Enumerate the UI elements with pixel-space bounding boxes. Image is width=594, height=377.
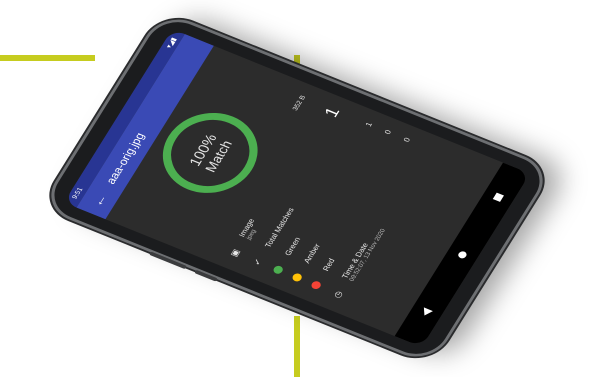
back-arrow-icon[interactable]: ← bbox=[89, 192, 110, 209]
red-label: Red bbox=[321, 257, 337, 273]
clock-icon: ◷ bbox=[331, 289, 345, 300]
nav-home-icon[interactable] bbox=[456, 250, 468, 260]
nav-back-icon[interactable] bbox=[419, 307, 433, 318]
green-value: 1 bbox=[363, 121, 375, 128]
green-dot bbox=[271, 264, 285, 276]
power-button bbox=[194, 269, 218, 282]
image-icon: ▣ bbox=[227, 247, 242, 258]
phone-screen: 9:51 ▾◢▮ ← aaa-orig.jpg 100% Match 352 B… bbox=[63, 28, 531, 348]
check-icon: ✓ bbox=[251, 257, 264, 267]
red-dot bbox=[309, 280, 323, 291]
volume-button bbox=[148, 251, 188, 270]
amber-value: 0 bbox=[382, 128, 394, 136]
red-value: 0 bbox=[401, 136, 413, 144]
nav-recents-icon[interactable] bbox=[492, 192, 505, 202]
amber-dot bbox=[290, 272, 304, 284]
accent-line-vertical-bottom bbox=[294, 316, 300, 377]
accent-line-horizontal bbox=[0, 55, 95, 61]
